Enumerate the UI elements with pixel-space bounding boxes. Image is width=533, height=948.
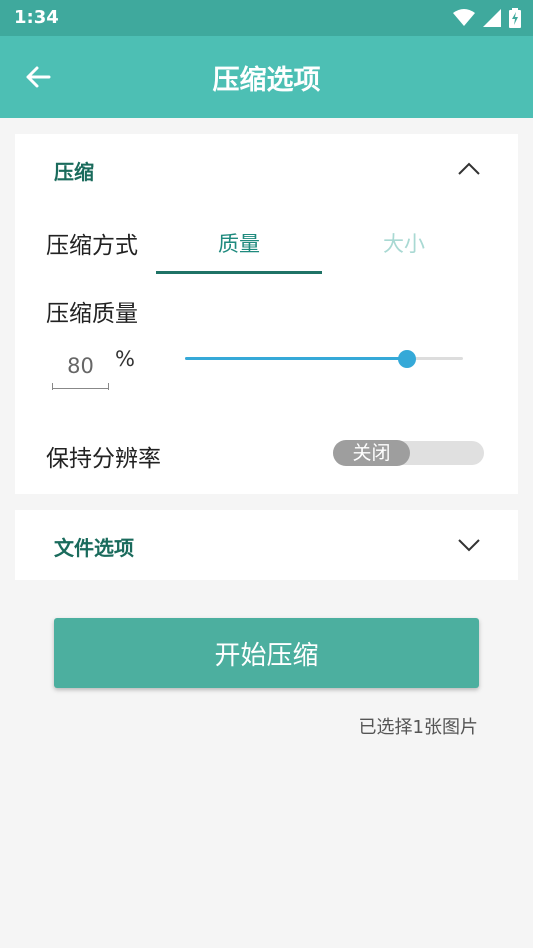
keep-resolution-toggle[interactable]: 关闭 xyxy=(333,440,484,466)
selected-count: 已选择1张图片 xyxy=(358,717,478,738)
compress-section-header[interactable]: 压缩 xyxy=(15,134,518,204)
start-compress-button[interactable]: 开始压缩 xyxy=(54,618,479,688)
file-section-title: 文件选项 xyxy=(54,536,134,560)
app-bar: 压缩选项 xyxy=(0,36,533,118)
keep-resolution-label: 保持分辨率 xyxy=(46,446,161,472)
file-options-card: 文件选项 xyxy=(15,510,518,580)
quality-unit: % xyxy=(115,347,135,371)
status-icons xyxy=(453,8,521,28)
page-title: 压缩选项 xyxy=(212,65,321,96)
tab-quality[interactable]: 质量 xyxy=(156,222,322,274)
file-section-header[interactable]: 文件选项 xyxy=(15,510,518,580)
chevron-down-icon xyxy=(458,539,480,552)
tab-size[interactable]: 大小 xyxy=(321,222,487,274)
input-tick-right xyxy=(108,383,109,390)
compress-method-label: 压缩方式 xyxy=(46,233,138,259)
input-tick-left xyxy=(52,383,53,390)
wifi-icon xyxy=(453,9,475,26)
compress-section-title: 压缩 xyxy=(54,160,94,184)
status-time: 1:34 xyxy=(14,7,59,28)
quality-slider[interactable] xyxy=(185,348,465,370)
signal-icon xyxy=(483,9,501,27)
battery-icon xyxy=(509,8,521,28)
slider-fill xyxy=(185,357,408,360)
slider-thumb[interactable] xyxy=(398,350,417,368)
quality-input[interactable] xyxy=(52,344,109,389)
toggle-knob: 关闭 xyxy=(333,440,410,466)
chevron-up-icon xyxy=(458,162,480,175)
compress-quality-label: 压缩质量 xyxy=(46,301,138,327)
status-bar: 1:34 xyxy=(0,0,533,36)
compress-card: 压缩 压缩方式 质量 大小 压缩质量 % 保持分辨率 关闭 xyxy=(15,134,518,494)
